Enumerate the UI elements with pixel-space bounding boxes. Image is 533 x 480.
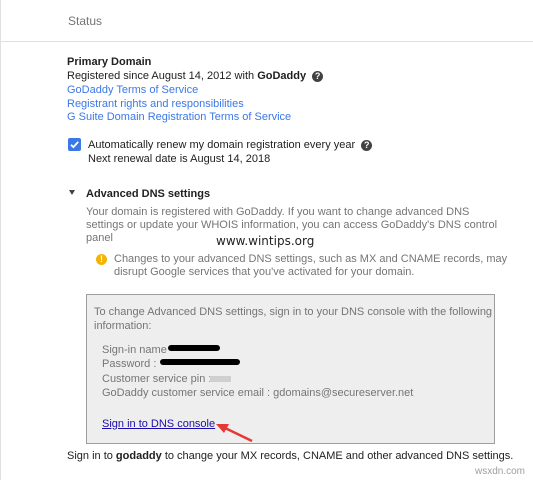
advanced-dns-heading[interactable]: Advanced DNS settings (86, 187, 210, 201)
customer-pin-label: Customer service pin : (102, 373, 212, 385)
dns-description-line-3: panel (86, 232, 113, 244)
dns-box-intro-line-1: To change Advanced DNS settings, sign in… (94, 306, 493, 318)
dns-box-intro-line-2: information: (94, 320, 152, 332)
auto-renew-checkbox[interactable] (68, 138, 81, 151)
help-icon[interactable]: ? (361, 140, 373, 151)
help-icon[interactable]: ? (312, 71, 324, 82)
left-border (0, 0, 1, 480)
auto-renew-label: Automatically renew my domain registrati… (88, 139, 356, 151)
password-label: Password : (102, 358, 157, 370)
checkmark-icon (70, 141, 79, 149)
pin-redaction-blur (210, 376, 231, 382)
watermark-text: www.wintips.org (216, 234, 315, 248)
next-renewal-text: Next renewal date is August 14, 2018 (88, 153, 271, 165)
status-header: Status (1, 0, 533, 42)
redaction-mark (168, 345, 220, 351)
page-title: Status (68, 14, 103, 28)
godaddy-terms-link[interactable]: GoDaddy Terms of Service (67, 83, 198, 97)
red-arrow-icon (216, 424, 253, 443)
registrant-rights-link[interactable]: Registrant rights and responsibilities (67, 97, 244, 111)
customer-email-text: GoDaddy customer service email : gdomain… (102, 387, 414, 399)
dns-description-line-1: Your domain is registered with GoDaddy. … (86, 206, 470, 218)
registered-text: Registered since August 14, 2012 with (67, 70, 258, 82)
dns-description-line-2: settings or update your WHOIS informatio… (86, 219, 498, 231)
footer-text-post: to change your MX records, CNAME and oth… (161, 450, 514, 462)
credit-watermark: wsxdn.com (474, 466, 525, 477)
registrar-name: GoDaddy (257, 70, 307, 82)
gsuite-terms-link[interactable]: G Suite Domain Registration Terms of Ser… (67, 110, 291, 124)
footer-instructions: Sign in to godaddy to change your MX rec… (67, 449, 513, 463)
collapse-triangle-icon[interactable] (69, 190, 75, 195)
registered-line: Registered since August 14, 2012 with Go… (67, 69, 324, 83)
dns-console-link[interactable]: Sign in to DNS console (102, 417, 215, 431)
redaction-mark (160, 359, 240, 365)
warning-line-1: Changes to your advanced DNS settings, s… (114, 253, 508, 265)
primary-domain-heading: Primary Domain (67, 56, 152, 68)
footer-text-pre: Sign in to (67, 450, 116, 462)
warning-line-2: disrupt Google services that you've acti… (114, 266, 415, 278)
signin-name-label: Sign-in name (102, 344, 167, 356)
auto-renew-row: Automatically renew my domain registrati… (88, 138, 373, 152)
footer-registrar: godaddy (115, 450, 162, 462)
warning-icon: ! (96, 254, 107, 265)
